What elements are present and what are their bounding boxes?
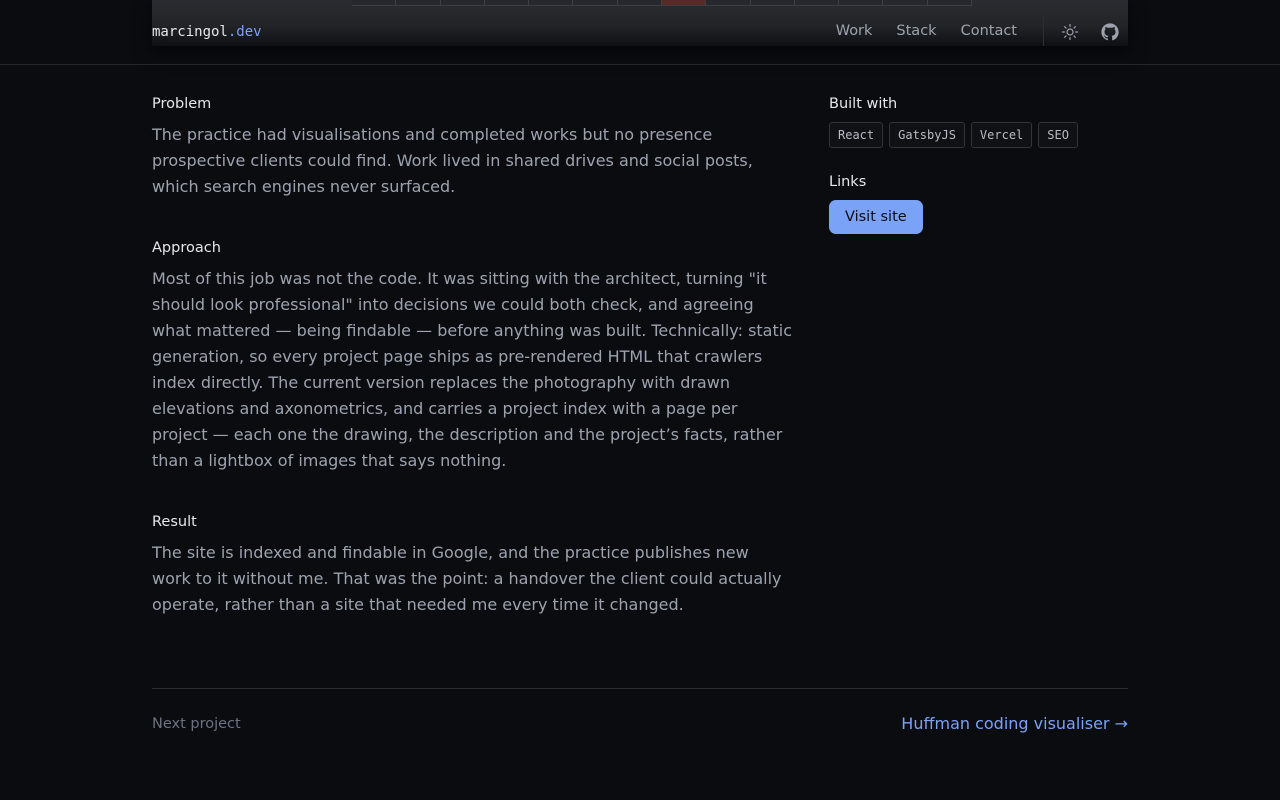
nav-divider xyxy=(1043,16,1044,46)
sun-icon xyxy=(1061,23,1079,41)
case-study-content: Problem The practice had visualisations … xyxy=(152,96,792,658)
tag-seo: SEO xyxy=(1038,122,1078,148)
main-nav: Work Stack Contact xyxy=(836,23,1017,39)
footer-divider xyxy=(152,688,1128,689)
tech-tags: React GatsbyJS Vercel SEO xyxy=(829,122,1129,148)
brand-logo[interactable]: marcingol.dev xyxy=(152,24,262,40)
nav-contact[interactable]: Contact xyxy=(961,23,1017,39)
github-icon xyxy=(1101,23,1119,41)
brand-tld: .dev xyxy=(227,24,262,40)
problem-section: Problem The practice had visualisations … xyxy=(152,96,792,200)
github-link[interactable] xyxy=(1100,22,1120,42)
approach-section: Approach Most of this job was not the co… xyxy=(152,240,792,474)
result-section: Result The site is indexed and findable … xyxy=(152,514,792,618)
tag-gatsbyjs: GatsbyJS xyxy=(889,122,965,148)
built-with-heading: Built with xyxy=(829,96,898,112)
result-body: The site is indexed and findable in Goog… xyxy=(152,543,782,614)
next-project-label: Next project xyxy=(152,716,241,732)
result-heading: Result xyxy=(152,514,197,530)
problem-heading: Problem xyxy=(152,96,212,112)
project-sidebar: Built with React GatsbyJS Vercel SEO Lin… xyxy=(829,96,1129,234)
brand-name: marcingol xyxy=(152,24,228,40)
site-header: marcingol.dev Work Stack Contact xyxy=(0,0,1280,65)
next-project-link[interactable]: Huffman coding visualiser → xyxy=(901,714,1128,733)
nav-work[interactable]: Work xyxy=(836,23,873,39)
theme-toggle-button[interactable] xyxy=(1060,22,1080,42)
tag-vercel: Vercel xyxy=(970,122,1033,148)
visit-site-button[interactable]: Visit site xyxy=(829,200,923,234)
problem-body: The practice had visualisations and comp… xyxy=(152,125,753,196)
nav-stack[interactable]: Stack xyxy=(896,23,936,39)
approach-heading: Approach xyxy=(152,240,221,256)
links-heading: Links xyxy=(829,174,867,190)
approach-body: Most of this job was not the code. It wa… xyxy=(152,269,792,470)
tag-react: React xyxy=(829,122,884,148)
